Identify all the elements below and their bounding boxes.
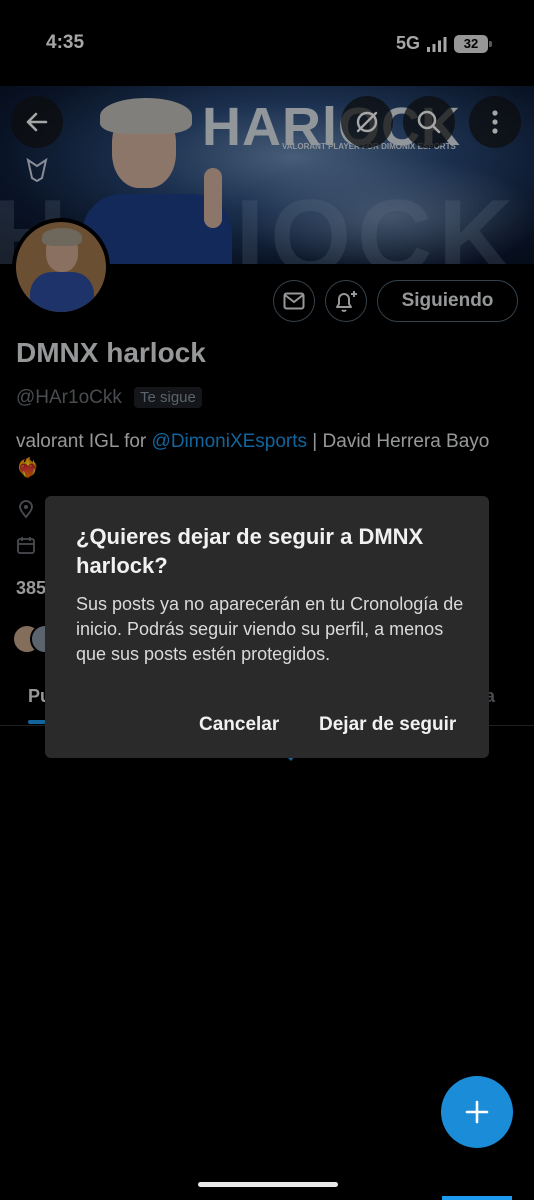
cancel-button[interactable]: Cancelar (199, 714, 279, 736)
unfollow-dialog: ¿Quieres dejar de seguir a DMNX harlock?… (45, 496, 489, 758)
unfollow-confirm-button[interactable]: Dejar de seguir (319, 714, 456, 736)
compose-button[interactable] (441, 1076, 513, 1148)
home-indicator[interactable] (198, 1182, 338, 1187)
dialog-body: Sus posts ya no aparecerán en tu Cronolo… (76, 594, 464, 664)
bottom-accent (442, 1196, 512, 1200)
plus-icon (465, 1100, 489, 1124)
dialog-title: ¿Quieres dejar de seguir a DMNX harlock? (76, 524, 424, 578)
